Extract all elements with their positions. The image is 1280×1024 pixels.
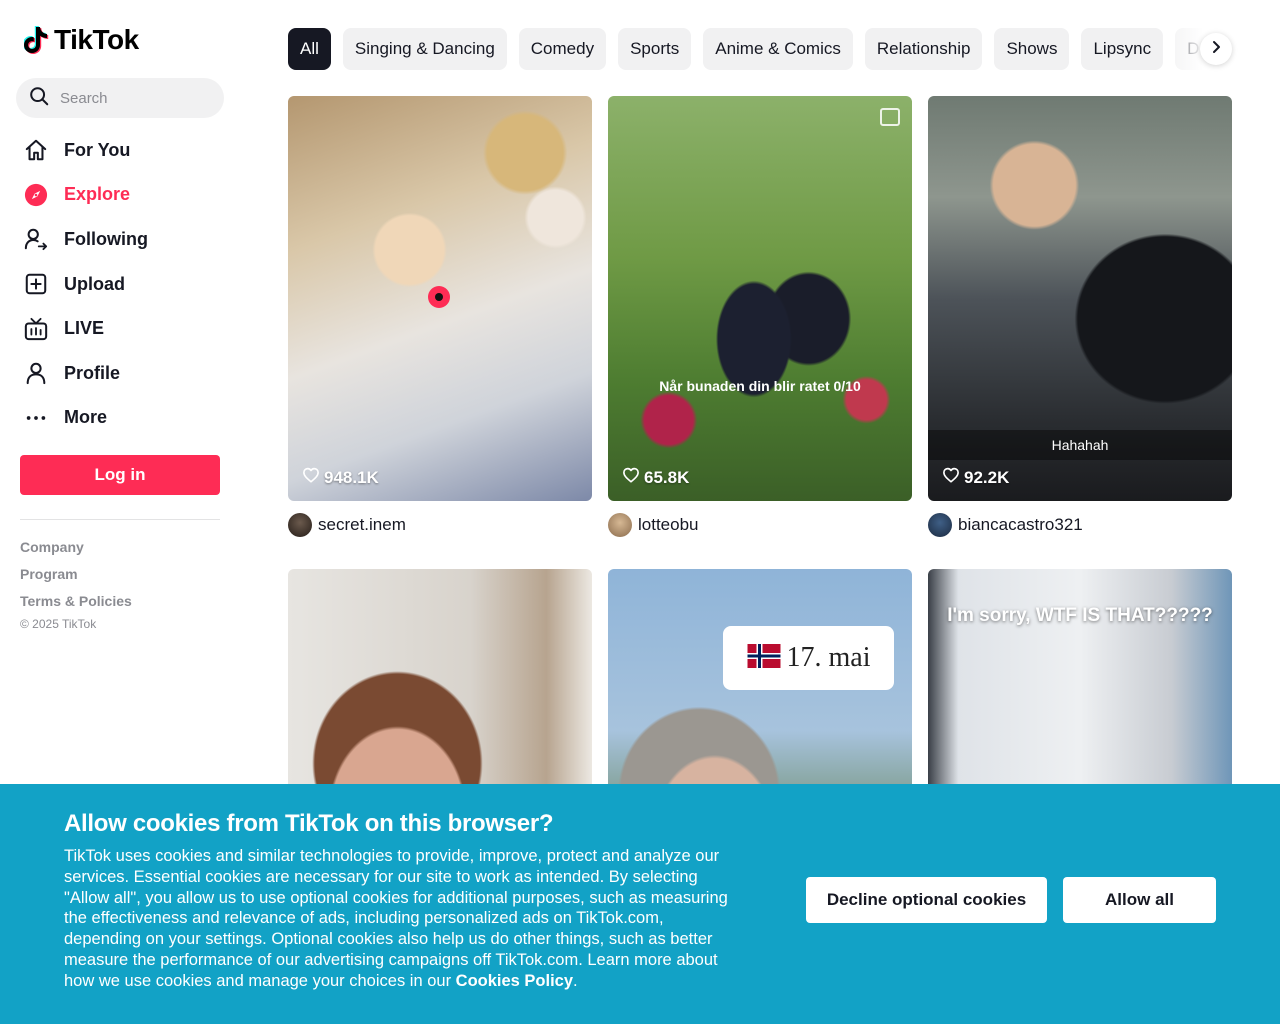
video-thumbnail[interactable]: Når bunaden din blir ratet 0/10 65.8K [608,96,912,501]
caption-card: 17. mai [723,626,894,690]
sidebar-divider [20,519,220,520]
nav-profile-label: Profile [64,362,121,383]
video-card[interactable]: Når bunaden din blir ratet 0/10 65.8K lo… [608,96,912,537]
category-chip-sports[interactable]: Sports [618,28,692,70]
category-chip-singing-dancing[interactable]: Singing & Dancing [342,28,507,70]
footer-links: Company Program Terms & Policies [20,537,132,618]
like-count: 948.1K [302,466,379,489]
like-count-value: 65.8K [644,467,690,487]
video-thumbnail[interactable]: 948.1K [288,96,592,501]
search-input[interactable] [60,89,210,107]
author-name: biancacastro321 [958,515,1083,534]
nav-following[interactable]: Following [20,217,220,262]
category-chip-anime-comics[interactable]: Anime & Comics [703,28,853,70]
footer-program-link[interactable]: Program [20,564,132,591]
nav-for-you-label: For You [64,139,131,160]
decline-cookies-button[interactable]: Decline optional cookies [806,877,1047,923]
author-name: lotteobu [638,515,699,534]
tiktok-wordmark: TikTok [54,24,139,55]
heart-icon [942,466,960,489]
nav-live-label: LIVE [64,318,105,339]
main-nav: For You Explore Following Upload LIVE Pr… [20,128,220,440]
like-count: 92.2K [942,466,1009,489]
avatar [928,513,952,537]
tiktok-logo[interactable]: TikTok [22,24,139,56]
record-dot-center [435,293,443,301]
user-follow-icon [24,227,48,251]
cookie-banner: Allow cookies from TikTok on this browse… [0,784,1280,1024]
search-box[interactable] [16,78,224,118]
profile-icon [24,361,48,385]
category-chip-lipsync[interactable]: Lipsync [1081,28,1164,70]
footer-company-link[interactable]: Company [20,537,132,564]
chevron-right-icon [1209,40,1223,59]
login-button[interactable]: Log in [20,455,220,495]
nav-for-you[interactable]: For You [20,128,220,173]
like-count: 65.8K [622,466,689,489]
search-icon [28,85,50,112]
avatar [608,513,632,537]
video-author[interactable]: biancacastro321 [928,513,1232,537]
video-thumbnail[interactable]: Hahahah 92.2K [928,96,1232,501]
heart-icon [622,466,640,489]
category-chip-all[interactable]: All [288,28,331,70]
nav-explore[interactable]: Explore [20,173,220,218]
allow-all-cookies-button[interactable]: Allow all [1063,877,1216,923]
more-dots-icon [24,406,48,430]
video-card[interactable]: 948.1K secret.inem [288,96,592,537]
norway-flag-icon [747,643,781,673]
heart-icon [302,466,320,489]
avatar [288,513,312,537]
upload-plus-icon [24,272,48,296]
nav-following-label: Following [64,228,148,249]
photo-mode-icon [880,108,900,126]
like-count-value: 92.2K [964,467,1010,487]
category-chip-comedy[interactable]: Comedy [518,28,607,70]
cookie-body: TikTok uses cookies and similar technolo… [64,846,728,992]
video-caption: 17. mai [786,642,871,673]
video-author[interactable]: lotteobu [608,513,912,537]
category-bar: All Singing & Dancing Comedy Sports Anim… [288,28,1232,70]
video-card[interactable]: Hahahah 92.2K biancacastro321 [928,96,1232,537]
cookie-body-period: . [573,971,578,990]
category-next-button[interactable] [1200,33,1232,65]
category-chip-shows[interactable]: Shows [994,28,1070,70]
video-author[interactable]: secret.inem [288,513,592,537]
video-caption: Når bunaden din blir ratet 0/10 [659,378,861,394]
cookie-body-text: TikTok uses cookies and similar technolo… [64,847,728,990]
like-count-value: 948.1K [324,467,379,487]
video-caption: I'm sorry, WTF IS THAT????? [947,605,1213,626]
cookies-policy-link[interactable]: Cookies Policy [456,972,573,990]
footer-terms-link[interactable]: Terms & Policies [20,591,132,618]
nav-profile[interactable]: Profile [20,351,220,396]
nav-live[interactable]: LIVE [20,306,220,351]
nav-explore-label: Explore [64,184,131,205]
home-icon [24,138,48,162]
copyright: © 2025 TikTok [20,617,97,631]
compass-icon [24,183,48,207]
live-tv-icon [24,317,48,341]
cookie-title: Allow cookies from TikTok on this browse… [64,810,554,837]
nav-more[interactable]: More [20,396,220,441]
nav-more-label: More [64,407,108,428]
nav-upload-label: Upload [64,273,125,294]
author-name: secret.inem [318,515,406,534]
tiktok-note-icon [22,25,50,55]
category-chip-relationship[interactable]: Relationship [864,28,983,70]
nav-upload[interactable]: Upload [20,262,220,307]
video-caption: Hahahah [1051,437,1109,453]
